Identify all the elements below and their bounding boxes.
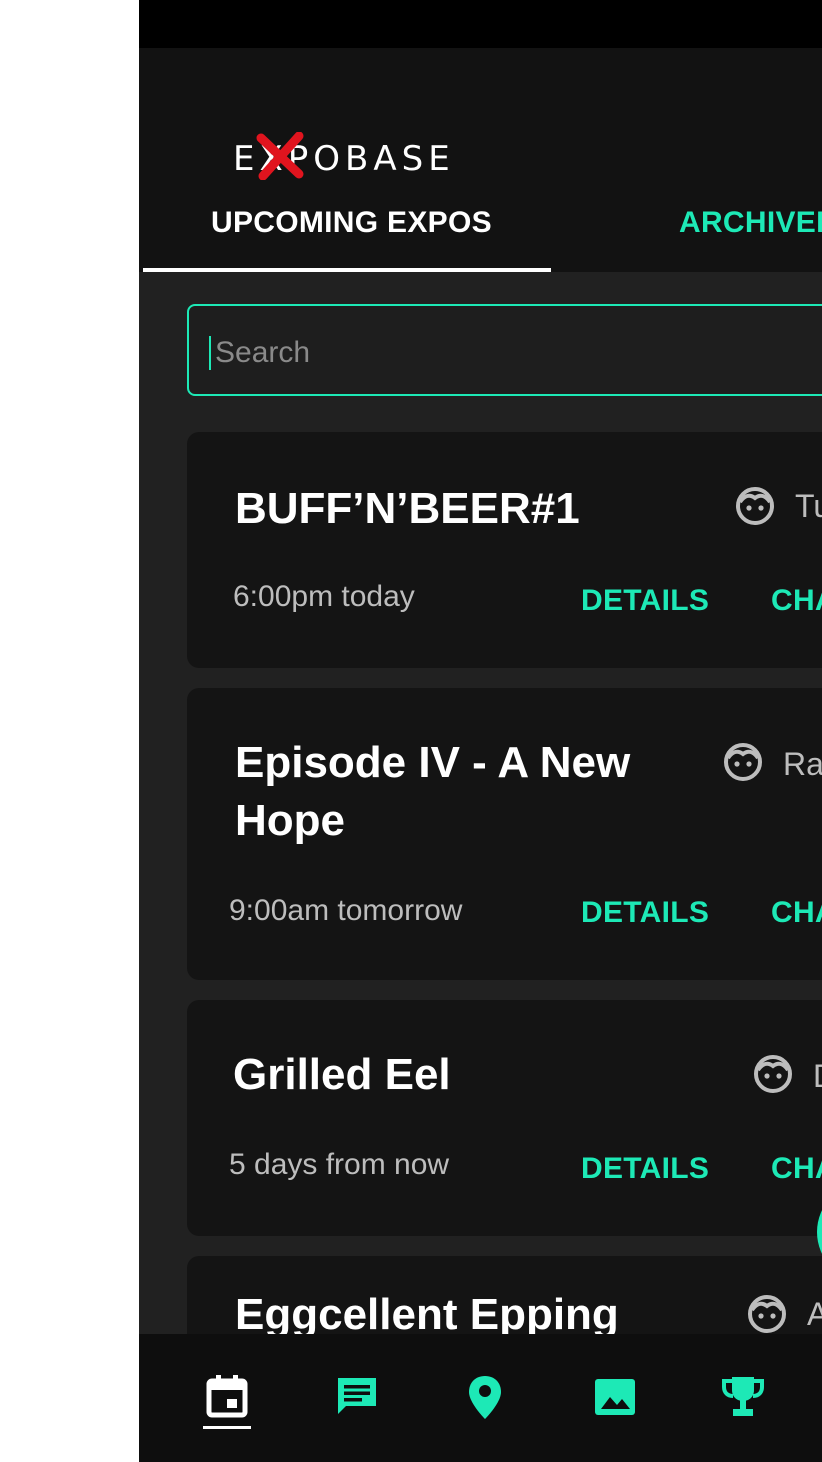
expo-host: D: [813, 1058, 822, 1095]
expo-time: 6:00pm today: [233, 580, 415, 613]
chat-icon[interactable]: [332, 1372, 382, 1422]
chat-button[interactable]: CHA: [771, 1152, 822, 1186]
expo-card[interactable]: BUFF’N’BEER#1 Tu 6:00pm today DETAILS CH…: [187, 432, 822, 668]
expo-host: A: [807, 1296, 822, 1332]
text-cursor: [209, 336, 211, 370]
details-button[interactable]: DETAILS: [581, 584, 709, 618]
search-field[interactable]: [187, 304, 822, 396]
calendar-icon[interactable]: [202, 1372, 252, 1422]
expo-title: Episode IV - A New Hope: [235, 738, 631, 845]
chat-button[interactable]: CHA: [771, 896, 822, 930]
face-icon: [724, 743, 762, 781]
location-pin-icon[interactable]: [460, 1372, 510, 1422]
face-icon: [754, 1055, 792, 1093]
expo-time: 9:00am tomorrow: [229, 894, 463, 927]
face-icon: [748, 1295, 786, 1333]
tab-upcoming-expos[interactable]: UPCOMING EXPOS: [211, 206, 492, 240]
details-button[interactable]: DETAILS: [581, 1152, 709, 1186]
tab-bar: UPCOMING EXPOS ARCHIVED: [139, 176, 822, 272]
trophy-icon[interactable]: [718, 1372, 768, 1422]
active-nav-indicator: [203, 1426, 251, 1429]
expo-card[interactable]: Episode IV - A New Hope Ra 9:00am tomorr…: [187, 688, 822, 980]
status-bar: [139, 0, 822, 48]
app-screen: EXPOBASE UPCOMING EXPOS ARCHIVED BUFF’N’…: [139, 0, 822, 1462]
expo-card[interactable]: Grilled Eel D 5 days from now DETAILS CH…: [187, 1000, 822, 1236]
details-button[interactable]: DETAILS: [581, 896, 709, 930]
expo-time: 5 days from now: [229, 1148, 450, 1181]
tab-archived[interactable]: ARCHIVED: [679, 206, 822, 240]
active-tab-indicator: [143, 268, 551, 272]
bottom-navigation: [139, 1334, 822, 1462]
expo-host: Ra: [783, 746, 822, 782]
face-icon: [736, 487, 774, 525]
expo-host: Tu: [795, 488, 822, 524]
logo-x-mark: [256, 132, 304, 180]
expo-title: BUFF’N’BEER#1: [235, 484, 580, 533]
search-input[interactable]: [213, 330, 817, 376]
image-icon[interactable]: [590, 1372, 640, 1422]
expo-title: Grilled Eel: [233, 1050, 451, 1099]
chat-button[interactable]: CHA: [771, 584, 822, 618]
